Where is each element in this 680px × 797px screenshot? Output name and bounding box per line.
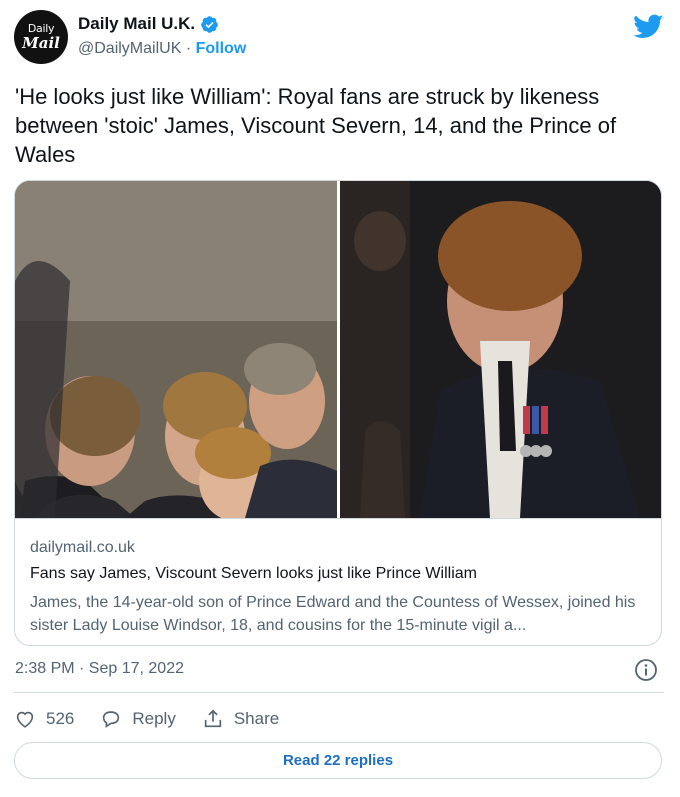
share-label: Share <box>233 709 280 728</box>
info-icon[interactable] <box>634 658 658 682</box>
tweet-text: 'He looks just like William': Royal fans… <box>15 84 617 167</box>
author-handle[interactable]: @DailyMailUK <box>78 40 181 57</box>
like-count: 526 <box>46 709 75 728</box>
card-domain: dailymail.co.uk <box>30 539 135 556</box>
avatar[interactable]: Daily Mail <box>14 10 68 64</box>
card-meta[interactable]: dailymail.co.uk Fans say James, Viscount… <box>15 518 661 645</box>
tweet-header: Daily Mail Daily Mail U.K. @DailyMailUK … <box>14 10 666 66</box>
author-name-row: Daily Mail U.K. <box>78 14 219 34</box>
tweet-actions: 526 Reply Share <box>14 706 305 732</box>
share-button[interactable]: Share <box>202 708 279 730</box>
twitter-bird-icon[interactable] <box>634 14 664 40</box>
tweet-timestamp[interactable]: 2:38 PM · Sep 17, 2022 <box>15 660 184 678</box>
reply-label: Reply <box>132 709 176 728</box>
handle-separator: · <box>185 40 192 57</box>
share-icon <box>204 709 222 728</box>
card-photo-right <box>340 181 661 518</box>
separator <box>14 692 664 693</box>
reply-button[interactable]: Reply <box>100 708 176 730</box>
read-replies-button[interactable]: Read 22 replies <box>14 742 662 779</box>
avatar-logo-line2: Mail <box>22 34 60 52</box>
card-image[interactable] <box>15 181 661 518</box>
like-button[interactable]: 526 <box>14 708 74 730</box>
link-card[interactable]: dailymail.co.uk Fans say James, Viscount… <box>14 180 662 646</box>
card-photo-left <box>15 181 337 518</box>
reply-icon <box>103 711 120 728</box>
card-description: James, the 14-year-old son of Prince Edw… <box>30 594 636 634</box>
follow-button[interactable]: Follow <box>196 40 247 57</box>
card-title: Fans say James, Viscount Severn looks ju… <box>30 565 477 582</box>
heart-icon <box>16 711 34 728</box>
author-handle-row: @DailyMailUK · Follow <box>78 40 246 58</box>
verified-badge-icon <box>201 15 218 33</box>
author-name[interactable]: Daily Mail U.K. <box>78 14 195 34</box>
